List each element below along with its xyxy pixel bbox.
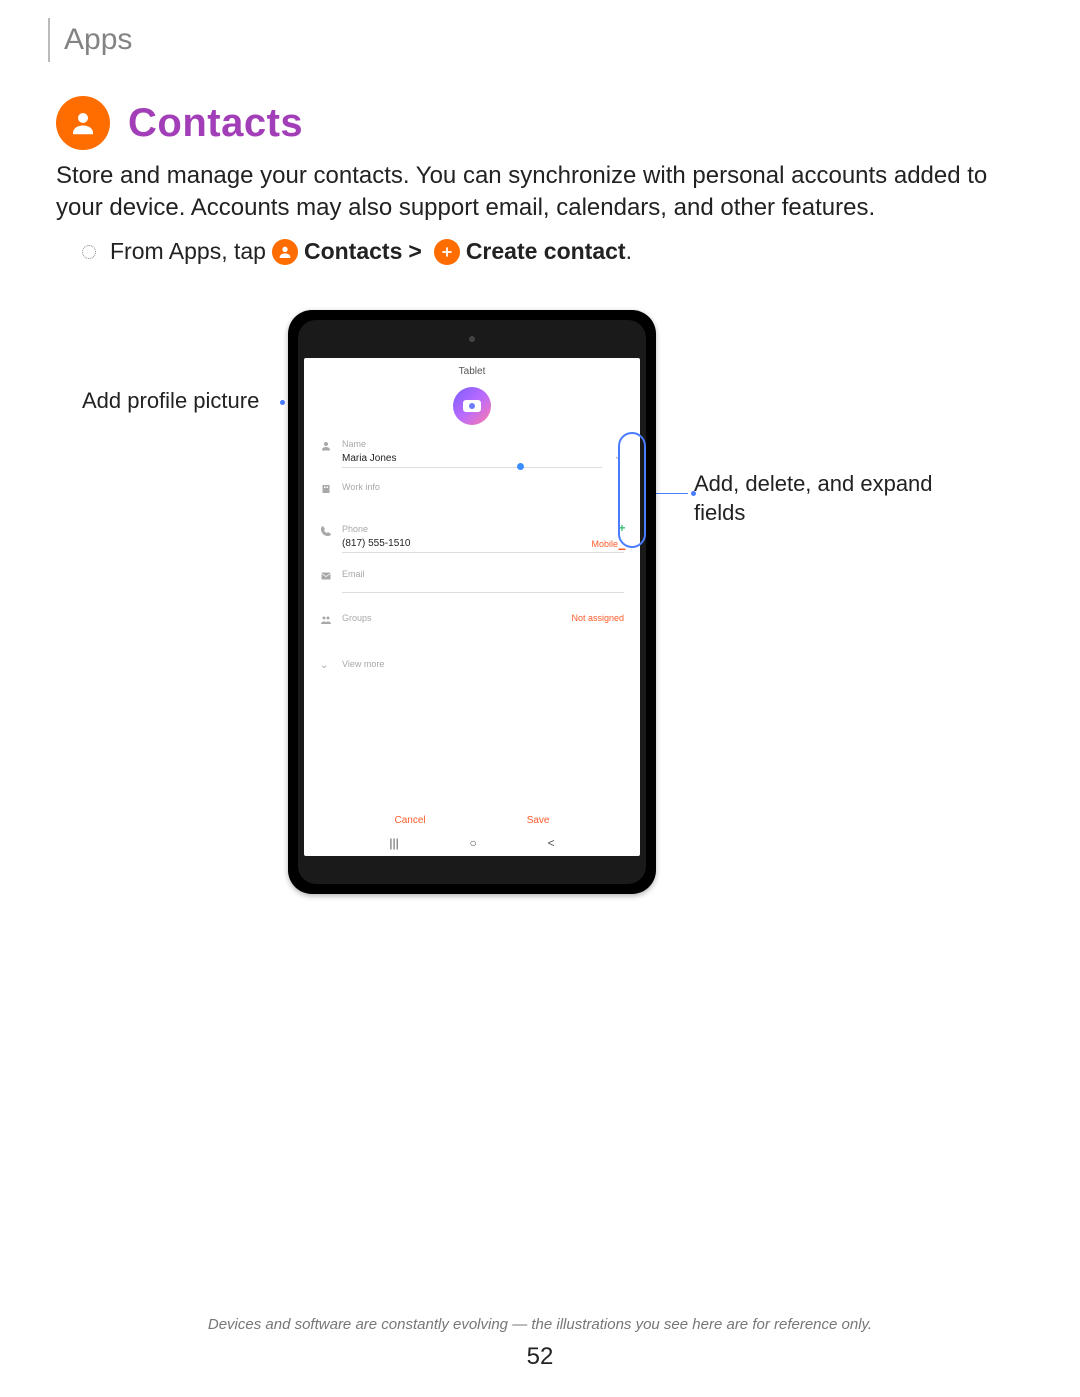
camera-lens-icon [469,403,475,409]
contacts-app-icon [56,96,110,150]
phone-label: Phone [342,524,624,534]
add-profile-picture-button[interactable] [453,387,491,425]
breadcrumb: Apps [48,18,132,62]
name-input[interactable]: Maria Jones [342,453,602,468]
groups-label: Groups [342,613,372,623]
phone-input[interactable]: (817) 555-1510 [342,538,410,549]
device-bezel: Tablet Name Maria Jones [298,320,646,884]
phone-icon [320,525,332,537]
recents-nav-icon[interactable]: ||| [389,836,398,850]
footnote-text: Devices and software are constantly evol… [0,1316,1080,1333]
device-screen: Tablet Name Maria Jones [304,358,640,856]
callout-add-delete-expand: Add, delete, and expand fields [694,470,934,527]
section-intro: Store and manage your contacts. You can … [56,160,1024,225]
instruction-step: From Apps, tap Contacts > Create contact… [82,238,632,265]
work-info-row[interactable]: Work info [304,478,640,508]
camera-icon [463,400,481,412]
email-input[interactable] [342,583,624,593]
back-nav-icon[interactable]: < [548,836,555,850]
groups-icon [320,614,332,626]
remove-phone-button[interactable]: − [618,542,626,556]
chevron-down-icon: ⌄ [320,660,332,672]
step-contacts-label: Contacts [304,238,402,265]
view-more-label: View more [342,659,384,669]
section-title-row: Contacts [56,96,303,150]
android-nav-bar: ||| ○ < [304,836,640,850]
email-icon [320,570,332,582]
email-label: Email [342,569,624,579]
expand-name-button[interactable]: ⌄ [612,451,624,462]
groups-value[interactable]: Not assigned [571,613,624,623]
camera-dot-icon [469,336,475,342]
step-prefix: From Apps, tap [110,238,266,265]
device-camera-row [298,320,646,358]
avatar-row [304,383,640,435]
step-caret: > [408,238,421,265]
step-create-label: Create contact [466,238,626,265]
text-cursor-handle[interactable] [517,463,524,470]
view-more-row[interactable]: ⌄ View more [304,655,640,685]
step-period: . [626,238,632,265]
building-icon [320,483,332,495]
screen-header-title: Tablet [304,358,640,383]
home-nav-icon[interactable]: ○ [470,836,477,850]
work-info-label: Work info [342,482,624,492]
cancel-button[interactable]: Cancel [395,815,426,826]
name-label: Name [342,439,602,449]
step-bullet-icon [82,245,96,259]
contacts-inline-icon [272,239,298,265]
person-icon [320,440,332,452]
name-field-row: Name Maria Jones ⌄ [304,435,640,468]
breadcrumb-text: Apps [64,23,132,57]
groups-field-row[interactable]: Groups Not assigned [304,609,640,639]
bottom-action-bar: Cancel Save [304,815,640,826]
add-phone-button[interactable]: + [618,522,625,534]
section-title: Contacts [128,101,303,146]
tablet-device-frame: Tablet Name Maria Jones [288,310,656,894]
save-button[interactable]: Save [527,815,550,826]
page-number: 52 [0,1343,1080,1371]
create-contact-inline-icon [434,239,460,265]
phone-field-row: Phone (817) 555-1510 Mobile + − [304,520,640,553]
callout-add-profile-picture: Add profile picture [82,388,259,414]
name-value-text: Maria Jones [342,453,396,464]
email-field-row[interactable]: Email [304,565,640,595]
